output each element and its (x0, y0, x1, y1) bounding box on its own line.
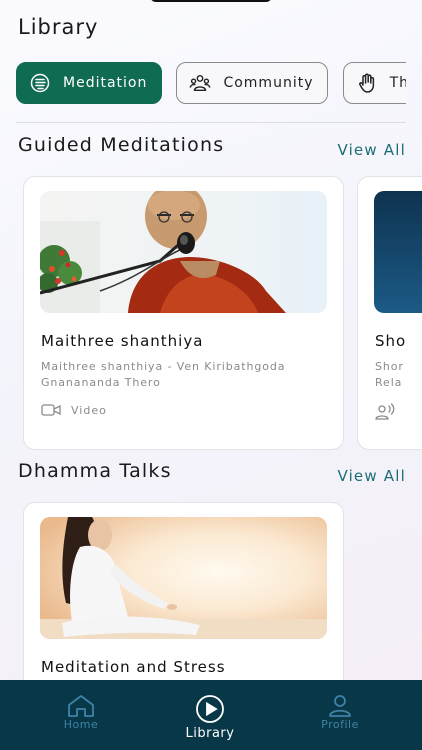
chip-meditation[interactable]: Meditation (16, 62, 163, 104)
card-thumbnail (40, 191, 327, 313)
nav-label: Library (185, 726, 235, 741)
card-thumbnail (40, 517, 327, 639)
card-title: Meditation and Stress (41, 658, 226, 676)
card-thumbnail (374, 191, 422, 313)
meditation-card-partial[interactable]: Sho Shor Rela (357, 176, 422, 450)
nav-label: Profile (321, 718, 359, 731)
hand-icon (356, 72, 378, 94)
play-circle-icon (195, 694, 225, 724)
card-title: Sho (375, 332, 407, 350)
chip-label: Meditation (63, 75, 148, 91)
nav-library[interactable]: Library (165, 694, 255, 741)
device-notch (150, 0, 272, 2)
category-chips: Meditation Community Th (16, 62, 406, 106)
section-title-guided: Guided Meditations (18, 134, 225, 156)
bottom-nav: Home Library Profile (0, 680, 422, 750)
view-all-dhamma[interactable]: View All (337, 467, 406, 485)
card-title: Maithree shanthiya (41, 332, 204, 350)
nav-home[interactable]: Home (36, 694, 126, 731)
community-icon (189, 72, 211, 94)
profile-icon (327, 694, 353, 718)
chip-third[interactable]: Th (342, 62, 406, 104)
card-media-type (375, 403, 395, 421)
card-subtitle: Shor Rela (375, 360, 404, 389)
audio-icon (375, 403, 395, 421)
card-subtitle: Maithree shanthiya - Ven Kiribathgoda Gn… (41, 360, 286, 389)
video-icon (41, 403, 61, 417)
monk-photo (40, 191, 327, 313)
section-title-dhamma: Dhamma Talks (18, 460, 172, 482)
chip-label: Th (389, 75, 406, 91)
chip-community[interactable]: Community (176, 62, 329, 104)
chip-label: Community (223, 75, 314, 91)
card-type-label: Video (71, 403, 107, 417)
nav-profile[interactable]: Profile (295, 694, 385, 731)
home-icon (67, 694, 95, 718)
nav-label: Home (63, 718, 99, 731)
meditation-card[interactable]: Maithree shanthiya Maithree shanthiya - … (23, 176, 344, 450)
page-title: Library (18, 15, 99, 39)
divider (16, 122, 406, 123)
meditation-icon (29, 72, 51, 94)
card-media-type: Video (41, 403, 107, 417)
view-all-guided[interactable]: View All (337, 141, 406, 159)
meditating-woman-photo (40, 517, 327, 639)
